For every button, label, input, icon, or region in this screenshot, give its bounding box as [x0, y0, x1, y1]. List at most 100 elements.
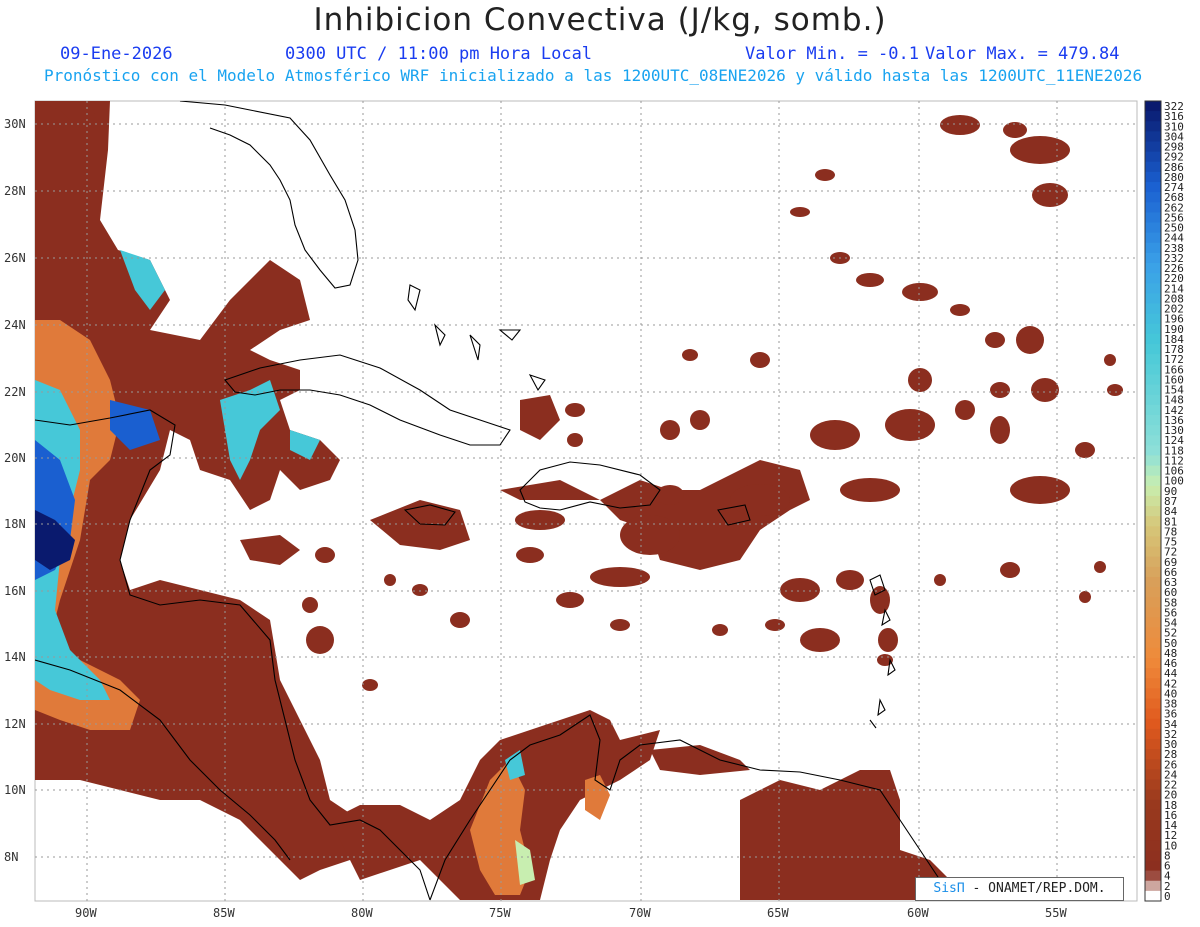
lat-tick-label: 18N — [4, 517, 26, 531]
colorbar-swatch — [1145, 445, 1161, 456]
colorbar-swatch — [1145, 728, 1161, 740]
colorbar-swatch — [1145, 182, 1161, 193]
colorbar-swatch — [1145, 890, 1161, 902]
colorbar-swatch — [1145, 759, 1161, 770]
colorbar-swatch — [1145, 708, 1161, 720]
lat-tick-label: 30N — [4, 117, 26, 131]
colorbar-swatch — [1145, 374, 1161, 386]
lat-tick-label: 14N — [4, 650, 26, 664]
colorbar-swatch — [1145, 840, 1161, 851]
colorbar-swatch — [1145, 789, 1161, 801]
max-value: Valor Max. = 479.84 — [925, 44, 1120, 64]
lat-tick-label: 10N — [4, 783, 26, 797]
colorbar-swatch — [1145, 850, 1161, 861]
colorbar-swatch — [1145, 212, 1161, 224]
colorbar: 3223163103042982922862802742682622562502… — [1144, 100, 1184, 903]
lat-tick-label: 28N — [4, 184, 26, 198]
colorbar-swatch — [1145, 161, 1161, 173]
colorbar-swatch — [1145, 293, 1161, 305]
colorbar-swatch — [1145, 475, 1161, 487]
colorbar-swatch — [1145, 546, 1161, 558]
colorbar-swatch — [1145, 485, 1161, 497]
lon-tick-label: 85W — [213, 906, 235, 920]
colorbar-swatch — [1145, 242, 1161, 254]
lat-tick-label: 20N — [4, 451, 26, 465]
colorbar-swatch — [1145, 860, 1161, 872]
colorbar-swatch — [1145, 566, 1161, 578]
lon-tick-label: 70W — [629, 906, 651, 920]
colorbar-swatch — [1145, 516, 1161, 527]
forecast-time: 0300 UTC / 11:00 pm Hora Local — [285, 44, 593, 64]
colorbar-swatch — [1145, 263, 1161, 274]
lat-tick-label: 26N — [4, 251, 26, 265]
colorbar-swatch — [1145, 131, 1161, 143]
colorbar-swatch — [1145, 819, 1161, 831]
model-info: Pronóstico con el Modelo Atmosférico WRF… — [44, 66, 1143, 85]
colorbar-swatch — [1145, 637, 1161, 649]
colorbar-swatch — [1145, 111, 1161, 122]
lon-tick-label: 55W — [1045, 906, 1067, 920]
colorbar-swatch — [1145, 435, 1161, 446]
colorbar-swatch — [1145, 830, 1161, 841]
colorbar-swatch — [1145, 414, 1161, 426]
colorbar-swatch — [1145, 273, 1161, 284]
colorbar-swatch — [1145, 313, 1161, 325]
colorbar-swatch — [1145, 141, 1161, 153]
lon-tick-label: 65W — [767, 906, 789, 920]
lat-tick-label: 22N — [4, 385, 26, 399]
colorbar-swatch — [1145, 354, 1161, 365]
colorbar-swatch — [1145, 121, 1161, 132]
min-value: Valor Min. = -0.1 — [745, 44, 919, 64]
colorbar-swatch — [1145, 465, 1161, 477]
lon-tick-label: 80W — [351, 906, 373, 920]
page-title: Inhibicion Convectiva (J/kg, somb.) — [313, 2, 887, 38]
lat-axis: 30N 28N 26N 24N 22N 20N 18N 16N 14N 12N … — [4, 117, 26, 864]
colorbar-swatch — [1145, 809, 1161, 821]
colorbar-swatch — [1145, 232, 1161, 244]
colorbar-swatch — [1145, 394, 1161, 406]
colorbar-label: 0 — [1164, 890, 1171, 903]
colorbar-swatch — [1145, 657, 1161, 669]
lon-tick-label: 75W — [489, 906, 511, 920]
lon-tick-label: 60W — [907, 906, 929, 920]
colorbar-swatch — [1145, 668, 1161, 679]
colorbar-swatch — [1145, 344, 1161, 355]
colorbar-swatch — [1145, 222, 1161, 234]
colorbar-swatch — [1145, 526, 1161, 537]
colorbar-swatch — [1145, 425, 1161, 436]
forecast-date: 09-Ene-2026 — [60, 44, 173, 64]
colorbar-swatch — [1145, 495, 1161, 507]
colorbar-swatch — [1145, 404, 1161, 416]
colorbar-swatch — [1145, 252, 1161, 264]
credit-text: - ONAMET/REP.DOM. — [972, 881, 1106, 896]
colorbar-swatch — [1145, 617, 1161, 629]
colorbar-swatch — [1145, 384, 1161, 396]
colorbar-swatch — [1145, 870, 1161, 882]
credit-box: SisΠ - ONAMET/REP.DOM. — [915, 877, 1124, 901]
colorbar-swatch — [1145, 779, 1161, 791]
colorbar-swatch — [1145, 192, 1161, 203]
colorbar-swatch — [1145, 647, 1161, 659]
lat-tick-label: 12N — [4, 717, 26, 731]
colorbar-swatch — [1145, 171, 1161, 183]
colorbar-swatch — [1145, 364, 1161, 375]
colorbar-swatch — [1145, 202, 1161, 213]
colorbar-swatch — [1145, 333, 1161, 345]
colorbar-swatch — [1145, 769, 1161, 780]
lat-tick-label: 8N — [4, 850, 18, 864]
lon-tick-label: 90W — [75, 906, 97, 920]
lon-axis: 90W 85W 80W 75W 70W 65W 60W 55W — [75, 906, 1067, 920]
colorbar-swatch — [1145, 678, 1161, 689]
colorbar-swatch — [1145, 749, 1161, 760]
cin-map: 90W 85W 80W 75W 70W 65W 60W 55W 30N 28N … — [4, 100, 1184, 920]
colorbar-swatch — [1145, 688, 1161, 699]
colorbar-swatch — [1145, 587, 1161, 598]
colorbar-swatch — [1145, 880, 1161, 892]
colorbar-swatch — [1145, 536, 1161, 548]
colorbar-swatch — [1145, 718, 1161, 730]
colorbar-swatch — [1145, 607, 1161, 618]
lat-tick-label: 24N — [4, 318, 26, 332]
colorbar-swatch — [1145, 799, 1161, 811]
colorbar-swatch — [1145, 506, 1161, 517]
colorbar-swatch — [1145, 455, 1161, 467]
